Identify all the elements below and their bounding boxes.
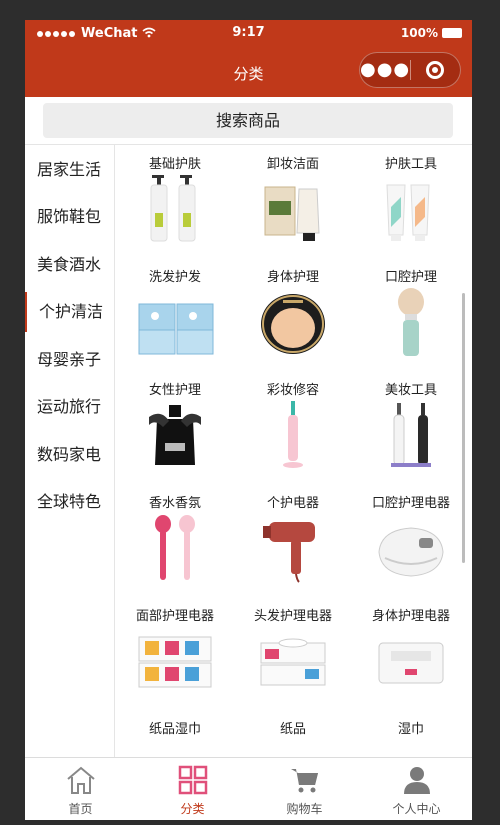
search-input[interactable]: 搜索商品: [43, 103, 453, 138]
subcategory-item[interactable]: 纸品湿巾: [116, 710, 234, 757]
face-brushes-icon: [155, 515, 195, 580]
subcategory-item[interactable]: 口腔护理: [352, 258, 470, 371]
subcategory-label: 美妆工具: [384, 383, 437, 398]
subcategory-label: 口腔护理: [384, 270, 437, 285]
search-bar: 搜索商品: [25, 97, 472, 145]
sidebar-item-mother-baby[interactable]: 母婴亲子: [25, 340, 115, 380]
more-dots-icon[interactable]: ●●●: [360, 61, 410, 79]
subcategory-item[interactable]: 基础护肤: [116, 145, 234, 258]
subcategory-grid: 基础护肤 卸妆洁面 护肤工具 洗发护发 身体护理 口腔护理 女性护理 彩妆修容 …: [116, 145, 472, 757]
subcategory-label: 个护电器: [266, 496, 319, 511]
sidebar-item-home-living[interactable]: 居家生活: [25, 150, 115, 190]
miniprogram-capsule: ●●●: [359, 52, 461, 88]
pink-toothbrush-icon: [283, 401, 303, 468]
subcategory-item[interactable]: 洗发护发: [116, 258, 234, 371]
tab-label: 首页: [68, 802, 93, 816]
sidebar-item-digital-appliances[interactable]: 数码家电: [25, 435, 115, 475]
target-icon: [426, 61, 445, 79]
subcategory-label: 洗发护发: [148, 270, 201, 285]
battery-icon: [442, 28, 462, 38]
subcategory-label: 口腔护理电器: [371, 496, 450, 511]
brush-icon: [398, 288, 424, 356]
tab-label: 个人中心: [392, 802, 441, 816]
tubes-icon: [386, 184, 430, 241]
user-icon: [404, 767, 430, 794]
massager-icon: [378, 527, 444, 577]
category-grid-icon: [178, 765, 208, 795]
cushion-compact-icon: [261, 294, 325, 354]
category-sidebar: 居家生活 服饰鞋包 美食酒水 个护清洁 母婴亲子 运动旅行 数码家电 全球特色: [25, 145, 115, 757]
status-bar: WeChat 9:17 100%: [25, 20, 472, 47]
subcategory-item[interactable]: 身体护理: [234, 258, 352, 371]
sidebar-item-personal-care[interactable]: 个护清洁: [25, 292, 115, 332]
bottle-icon: [371, 738, 451, 757]
subcategory-item[interactable]: 彩妆修容: [234, 371, 352, 484]
tab-bar: 首页 分类 购物车 个人中心: [25, 757, 472, 820]
subcategory-label: 卸妆洁面: [266, 157, 319, 172]
tab-home[interactable]: 首页: [25, 758, 136, 820]
subcategory-item[interactable]: 女性护理: [116, 371, 234, 484]
subcategory-item[interactable]: 口腔护理电器: [352, 484, 470, 597]
subcategory-label: 湿巾: [397, 722, 424, 737]
blue-boxes-icon: [138, 303, 214, 355]
subcategory-label: 面部护理电器: [135, 609, 214, 624]
sidebar-item-food-drinks[interactable]: 美食酒水: [25, 245, 115, 285]
tab-category[interactable]: 分类: [137, 758, 248, 820]
subcategory-item[interactable]: 湿巾: [352, 710, 470, 757]
perfume-bottle-icon: [149, 405, 201, 465]
subcategory-label: 女性护理: [148, 383, 201, 398]
subcategory-item[interactable]: 面部护理电器: [116, 597, 234, 710]
tab-cart[interactable]: 购物车: [249, 758, 360, 820]
sidebar-item-sports-travel[interactable]: 运动旅行: [25, 387, 115, 427]
sidebar-item-global[interactable]: 全球特色: [25, 482, 115, 522]
subcategory-item[interactable]: 卸妆洁面: [234, 145, 352, 258]
subcategory-item[interactable]: 纸品: [234, 710, 352, 757]
content-scrollbar[interactable]: [462, 293, 465, 563]
phone-screen: WeChat 9:17 100% 分类 ●●● 搜索商品 居家生活 服饰鞋包 美…: [25, 20, 472, 820]
cleanser-box-icon: [264, 186, 320, 241]
tab-profile[interactable]: 个人中心: [361, 758, 472, 820]
subcategory-item[interactable]: 香水香氛: [116, 484, 234, 597]
toothbrush-pair-icon: [391, 403, 431, 467]
sidebar-item-apparel[interactable]: 服饰鞋包: [25, 197, 115, 237]
home-icon: [67, 766, 95, 794]
tab-label: 分类: [180, 802, 205, 816]
nav-bar: 分类 ●●●: [25, 47, 472, 97]
cart-icon: [291, 769, 318, 793]
close-miniprogram-button[interactable]: [411, 61, 460, 79]
subcategory-label: 头发护理电器: [253, 609, 332, 624]
tissue-boxes-icon: [260, 638, 326, 686]
tissue-packs-icon: [138, 636, 212, 688]
subcategory-item[interactable]: 头发护理电器: [234, 597, 352, 710]
battery-percent: 100%: [400, 26, 438, 40]
subcategory-label: 身体护理: [266, 270, 319, 285]
tab-label: 购物车: [286, 802, 323, 816]
subcategory-label: 纸品: [279, 722, 306, 737]
pump-bottles-icon: [150, 175, 196, 242]
subcategory-label: 彩妆修容: [266, 383, 319, 398]
subcategory-label: 身体护理电器: [371, 609, 450, 624]
subcategory-label: 基础护肤: [148, 157, 201, 172]
bottle-icon: [253, 738, 333, 757]
subcategory-item[interactable]: 身体护理电器: [352, 597, 470, 710]
bottle-icon: [135, 738, 215, 757]
subcategory-item[interactable]: 个护电器: [234, 484, 352, 597]
subcategory-label: 香水香氛: [148, 496, 201, 511]
subcategory-item[interactable]: 护肤工具: [352, 145, 470, 258]
subcategory-label: 纸品湿巾: [148, 722, 201, 737]
wipes-pack-icon: [378, 642, 444, 684]
subcategory-label: 护肤工具: [384, 157, 437, 172]
subcategory-item[interactable]: 美妆工具: [352, 371, 470, 484]
hair-dryer-icon: [263, 522, 315, 583]
battery-indicator: 100%: [401, 26, 462, 40]
